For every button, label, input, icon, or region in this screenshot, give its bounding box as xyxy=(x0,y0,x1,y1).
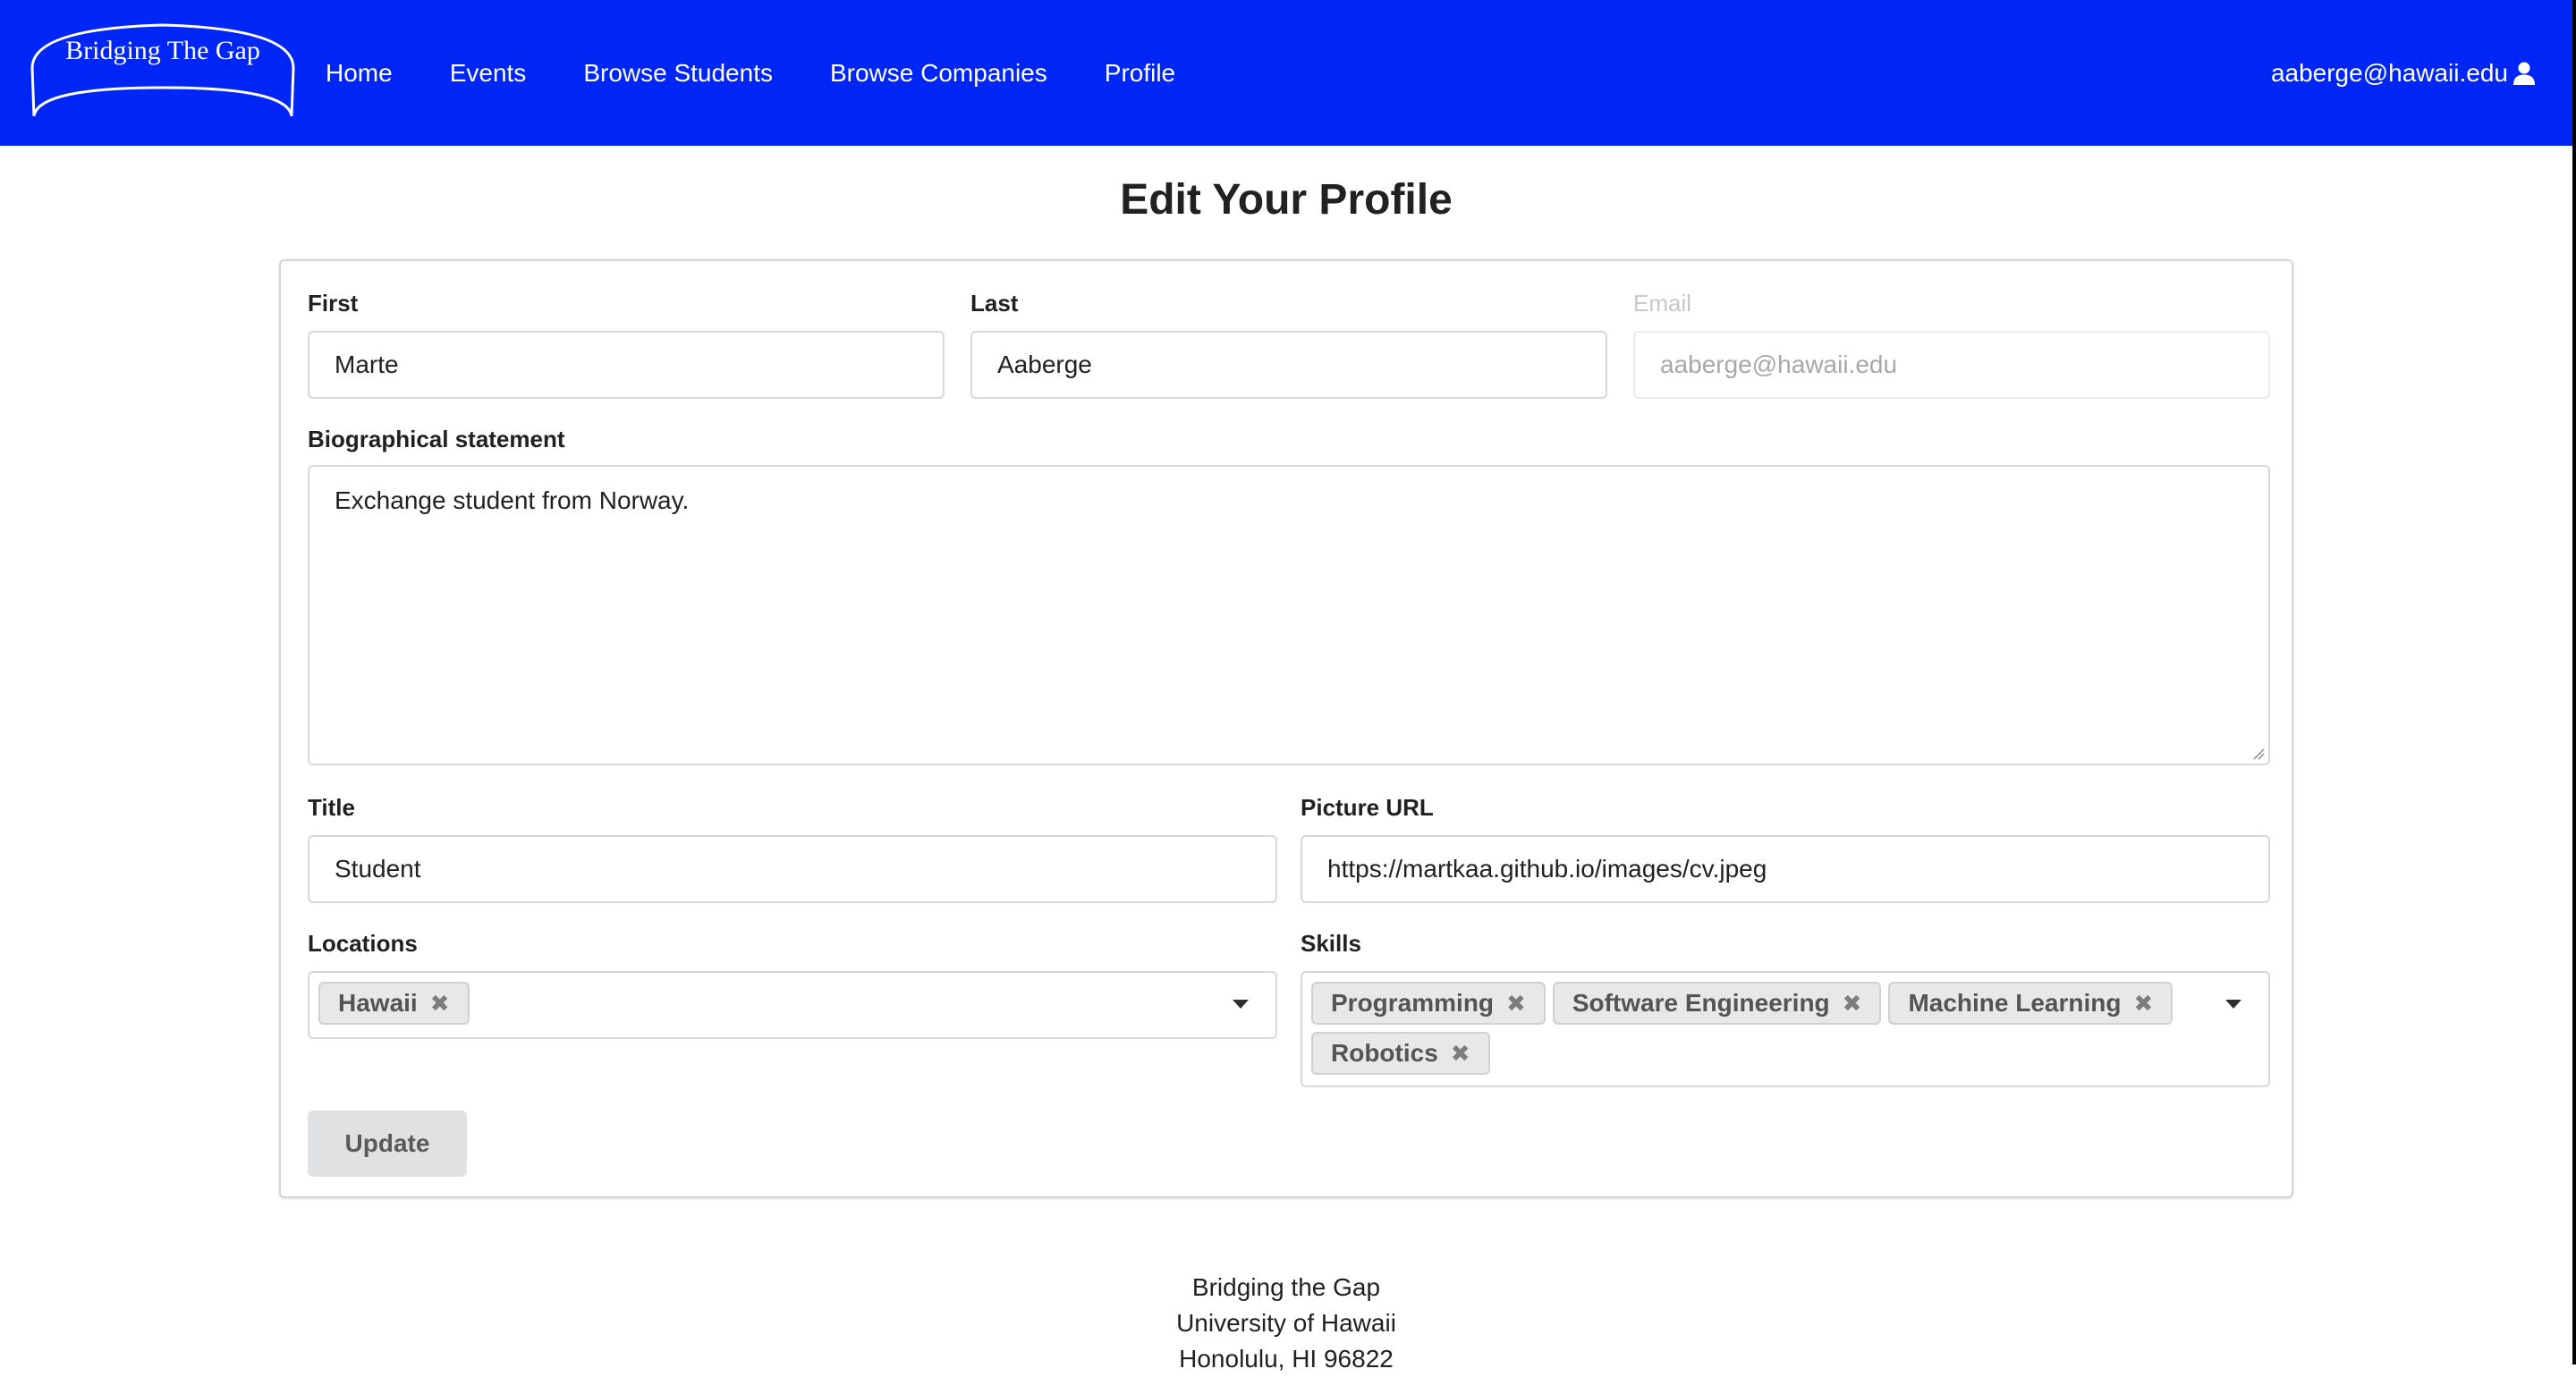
top-navbar: Bridging The Gap Home Events Browse Stud… xyxy=(0,0,2572,146)
edit-profile-form: First Marte Last Aaberge Email aaberge@h… xyxy=(279,259,2293,1198)
first-name-input[interactable]: Marte xyxy=(308,331,945,399)
skill-chip: Programming ✖ xyxy=(1311,982,1546,1025)
email-field: aaberge@hawaii.edu xyxy=(1633,331,2270,399)
title-label: Title xyxy=(308,794,355,821)
nav-item-profile[interactable]: Profile xyxy=(1105,59,1175,88)
nav-item-home[interactable]: Home xyxy=(326,59,393,88)
remove-chip-icon[interactable]: ✖ xyxy=(430,990,450,1018)
last-name-label: Last xyxy=(970,290,1019,317)
skill-chip-label: Software Engineering xyxy=(1572,989,1830,1017)
chevron-down-icon[interactable] xyxy=(1233,1000,1249,1009)
user-email: aaberge@hawaii.edu xyxy=(2270,58,2508,87)
footer-university: University of Hawaii xyxy=(1176,1309,1396,1337)
title-input[interactable]: Student xyxy=(308,835,1277,903)
remove-chip-icon[interactable]: ✖ xyxy=(1843,990,1862,1018)
page-title: Edit Your Profile xyxy=(1120,176,1453,224)
bio-label: Biographical statement xyxy=(308,426,565,452)
bio-textarea[interactable]: Exchange student from Norway. xyxy=(308,465,2270,765)
user-menu[interactable]: aaberge@hawaii.edu xyxy=(2271,0,2537,146)
skill-chip-label: Programming xyxy=(1331,989,1495,1017)
skill-chip: Machine Learning ✖ xyxy=(1888,982,2174,1025)
nav-item-browse-students[interactable]: Browse Students xyxy=(583,59,773,88)
chevron-down-icon[interactable] xyxy=(2225,1000,2241,1009)
locations-label: Locations xyxy=(308,930,418,957)
nav-item-browse-companies[interactable]: Browse Companies xyxy=(830,59,1047,88)
location-chip: Hawaii ✖ xyxy=(318,982,470,1025)
skill-chip-label: Machine Learning xyxy=(1908,989,2122,1017)
last-name-input[interactable]: Aaberge xyxy=(970,331,1607,399)
remove-chip-icon[interactable]: ✖ xyxy=(1506,990,1526,1018)
skills-label: Skills xyxy=(1301,930,1361,957)
logo-text: Bridging The Gap xyxy=(65,36,260,65)
window-edge xyxy=(2572,0,2576,1364)
resize-grip-icon[interactable] xyxy=(2252,748,2265,760)
remove-chip-icon[interactable]: ✖ xyxy=(1451,1040,1470,1068)
picture-url-label: Picture URL xyxy=(1301,794,1434,821)
locations-select[interactable]: Hawaii ✖ xyxy=(308,971,1277,1039)
location-chip-label: Hawaii xyxy=(338,989,418,1017)
nav-menu: Home Events Browse Students Browse Compa… xyxy=(326,0,1233,146)
bio-text: Exchange student from Norway. xyxy=(335,486,690,514)
remove-chip-icon[interactable]: ✖ xyxy=(2134,990,2154,1018)
skill-chip: Software Engineering ✖ xyxy=(1552,982,1882,1025)
site-logo[interactable]: Bridging The Gap xyxy=(29,23,297,120)
update-button[interactable]: Update xyxy=(308,1111,467,1177)
footer: Bridging the Gap University of Hawaii Ho… xyxy=(0,1270,2572,1377)
first-name-label: First xyxy=(308,290,359,317)
footer-org: Bridging the Gap xyxy=(1191,1273,1381,1301)
skill-chip: Robotics ✖ xyxy=(1311,1032,1490,1075)
picture-url-input[interactable]: https://martkaa.github.io/images/cv.jpeg xyxy=(1301,835,2270,903)
email-label: Email xyxy=(1633,290,1692,317)
skills-select[interactable]: Programming ✖ Software Engineering ✖ Mac… xyxy=(1301,971,2270,1087)
skill-chip-label: Robotics xyxy=(1331,1039,1438,1067)
user-icon xyxy=(2513,62,2535,85)
footer-address: Honolulu, HI 96822 xyxy=(1179,1345,1394,1373)
nav-item-events[interactable]: Events xyxy=(450,59,527,88)
